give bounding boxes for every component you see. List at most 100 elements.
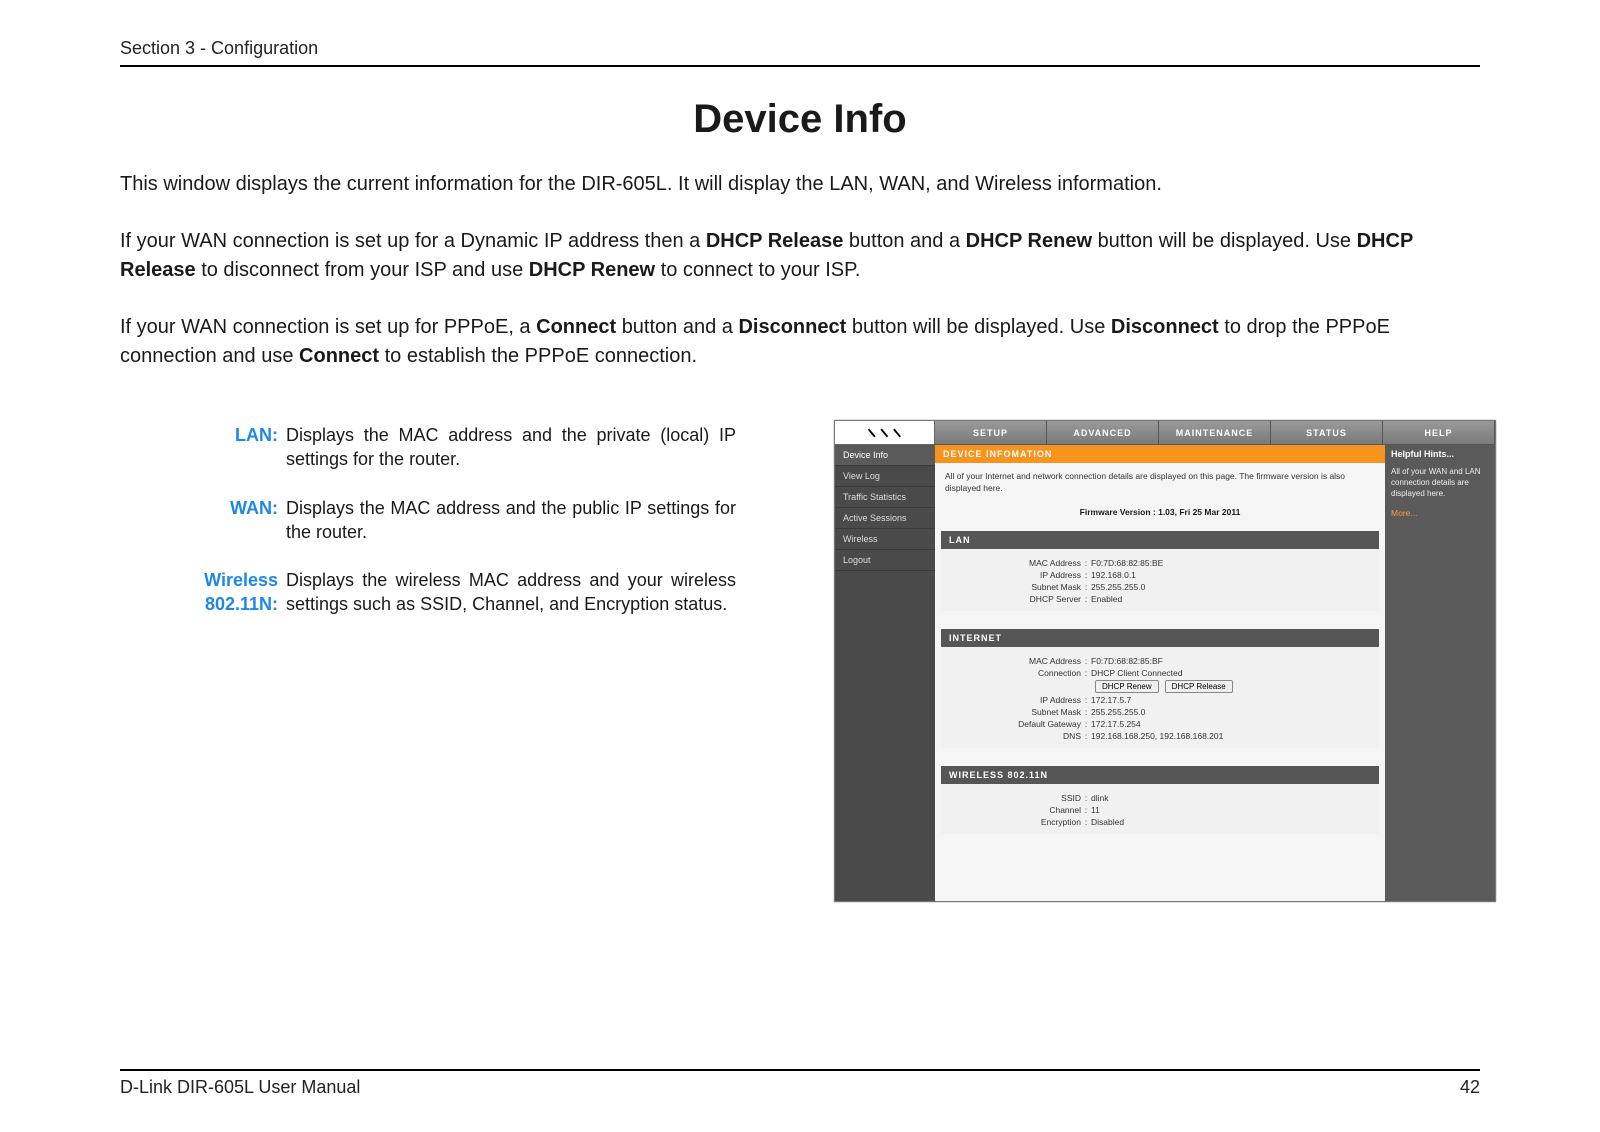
intro-para-1: This window displays the current informa… [120,170,1440,199]
p3-bold-connect: Connect [536,316,616,338]
kv-key: IP Address [941,695,1081,705]
kv-value: 172.17.5.254 [1091,719,1379,729]
kv-key: Subnet Mask [941,582,1081,592]
p3-text: to establish the PPPoE connection. [385,345,697,367]
kv-value: F0:7D:68:82:85:BF [1091,656,1379,666]
page-title: Device Info [120,97,1480,142]
kv-colon: : [1081,731,1091,741]
firmware-value: 1.03, Fri 25 Mar 2011 [1158,507,1240,517]
sidebar-item-active-sessions[interactable]: Active Sessions [835,508,935,529]
page-footer: D-Link DIR-605L User Manual 42 [120,1069,1480,1098]
sidebar-item-logout[interactable]: Logout [835,550,935,571]
kv-colon: : [1081,558,1091,568]
kv-row: SSID:dlink [941,792,1379,804]
def-lan-label: LAN: [158,423,278,472]
kv-row: Encryption:Disabled [941,816,1379,828]
kv-row: IP Address:192.168.0.1 [941,569,1379,581]
footer-page-number: 42 [1460,1077,1480,1098]
p2-text: to connect to your ISP. [661,259,861,281]
kv-colon: : [1081,707,1091,717]
section-header: Section 3 - Configuration [120,38,1480,65]
kv-colon: : [1081,695,1091,705]
kv-row: DNS:192.168.168.250, 192.168.168.201 [941,730,1379,742]
intro-para-2: If your WAN connection is set up for a D… [120,227,1440,285]
p2-bold-renew2: DHCP Renew [529,259,655,281]
def-wan-label: WAN: [158,496,278,545]
def-wan-text: Displays the MAC address and the public … [286,496,736,545]
p2-bold-renew: DHCP Renew [966,230,1092,252]
kv-value: dlink [1091,793,1379,803]
kv-key: Encryption [941,817,1081,827]
sidebar-item-traffic-stats[interactable]: Traffic Statistics [835,487,935,508]
p3-text: button will be displayed. Use [852,316,1111,338]
definitions-list: LAN: Displays the MAC address and the pr… [158,423,718,617]
kv-value: Enabled [1091,594,1379,604]
kv-colon: : [1081,668,1091,693]
p2-text: If your WAN connection is set up for a D… [120,230,706,252]
kv-key: MAC Address [941,558,1081,568]
kv-key: DHCP Server [941,594,1081,604]
hints-more-link[interactable]: More... [1385,503,1495,523]
kv-key: Subnet Mask [941,707,1081,717]
p2-bold-release: DHCP Release [706,230,843,252]
router-main: DEVICE INFOMATION All of your Internet a… [935,445,1385,901]
kv-value: 255.255.255.0 [1091,707,1379,717]
sidebar-item-wireless[interactable]: Wireless [835,529,935,550]
tab-setup[interactable]: SETUP [935,421,1047,445]
kv-key: Default Gateway [941,719,1081,729]
kv-key: Connection [941,668,1081,693]
tab-maintenance[interactable]: MAINTENANCE [1159,421,1271,445]
intro-para-3: If your WAN connection is set up for PPP… [120,313,1440,371]
def-lan: LAN: Displays the MAC address and the pr… [158,423,718,472]
tab-advanced[interactable]: ADVANCED [1047,421,1159,445]
hints-title: Helpful Hints... [1385,445,1495,463]
panel-head-wlan: WIRELESS 802.11N [941,766,1379,784]
dhcp-release-button[interactable]: DHCP Release [1165,680,1233,693]
firmware-version: Firmware Version : 1.03, Fri 25 Mar 2011 [935,505,1385,531]
p2-text: button and a [849,230,966,252]
def-wan: WAN: Displays the MAC address and the pu… [158,496,718,545]
kv-colon: : [1081,805,1091,815]
kv-value: 192.168.168.250, 192.168.168.201 [1091,731,1379,741]
tab-status[interactable]: STATUS [1271,421,1383,445]
kv-row: Subnet Mask:255.255.255.0 [941,581,1379,593]
def-wlan-text: Displays the wireless MAC address and yo… [286,568,736,617]
dhcp-renew-button[interactable]: DHCP Renew [1095,680,1159,693]
kv-value: F0:7D:68:82:85:BE [1091,558,1379,568]
p3-text: If your WAN connection is set up for PPP… [120,316,536,338]
panel-wlan: SSID:dlinkChannel:11Encryption:Disabled [941,784,1379,834]
kv-row: MAC Address:F0:7D:68:82:85:BF [941,655,1379,667]
kv-row: Default Gateway:172.17.5.254 [941,718,1379,730]
router-sidebar: Device Info View Log Traffic Statistics … [835,445,935,901]
kv-row: Channel:11 [941,804,1379,816]
hints-body: All of your WAN and LAN connection detai… [1385,463,1495,503]
kv-value: 192.168.0.1 [1091,570,1379,580]
device-info-header: DEVICE INFOMATION [935,445,1385,463]
kv-colon: : [1081,817,1091,827]
footer-manual-name: D-Link DIR-605L User Manual [120,1077,360,1098]
kv-row: Subnet Mask:255.255.255.0 [941,706,1379,718]
helpful-hints: Helpful Hints... All of your WAN and LAN… [1385,445,1495,901]
kv-row: DHCP Server:Enabled [941,593,1379,605]
kv-key: IP Address [941,570,1081,580]
kv-colon: : [1081,570,1091,580]
tab-help[interactable]: HELP [1383,421,1495,445]
kv-key: MAC Address [941,656,1081,666]
sidebar-item-device-info[interactable]: Device Info [835,445,935,466]
device-info-desc: All of your Internet and network connect… [935,463,1385,505]
kv-value: 255.255.255.0 [1091,582,1379,592]
kv-colon: : [1081,582,1091,592]
router-body: Device Info View Log Traffic Statistics … [835,445,1495,901]
p2-text: button will be displayed. Use [1098,230,1357,252]
router-topbar: SETUP ADVANCED MAINTENANCE STATUS HELP [835,421,1495,445]
kv-colon: : [1081,793,1091,803]
kv-row-connection: Connection:DHCP Client ConnectedDHCP Ren… [941,667,1379,694]
p3-bold-disconnect2: Disconnect [1111,316,1219,338]
kv-colon: : [1081,656,1091,666]
panel-internet: MAC Address:F0:7D:68:82:85:BFConnection:… [941,647,1379,748]
sidebar-item-view-log[interactable]: View Log [835,466,935,487]
def-wlan-label: Wireless 802.11N: [158,568,278,617]
panel-head-internet: INTERNET [941,629,1379,647]
kv-value: DHCP Client ConnectedDHCP RenewDHCP Rele… [1091,668,1379,693]
kv-key: Channel [941,805,1081,815]
